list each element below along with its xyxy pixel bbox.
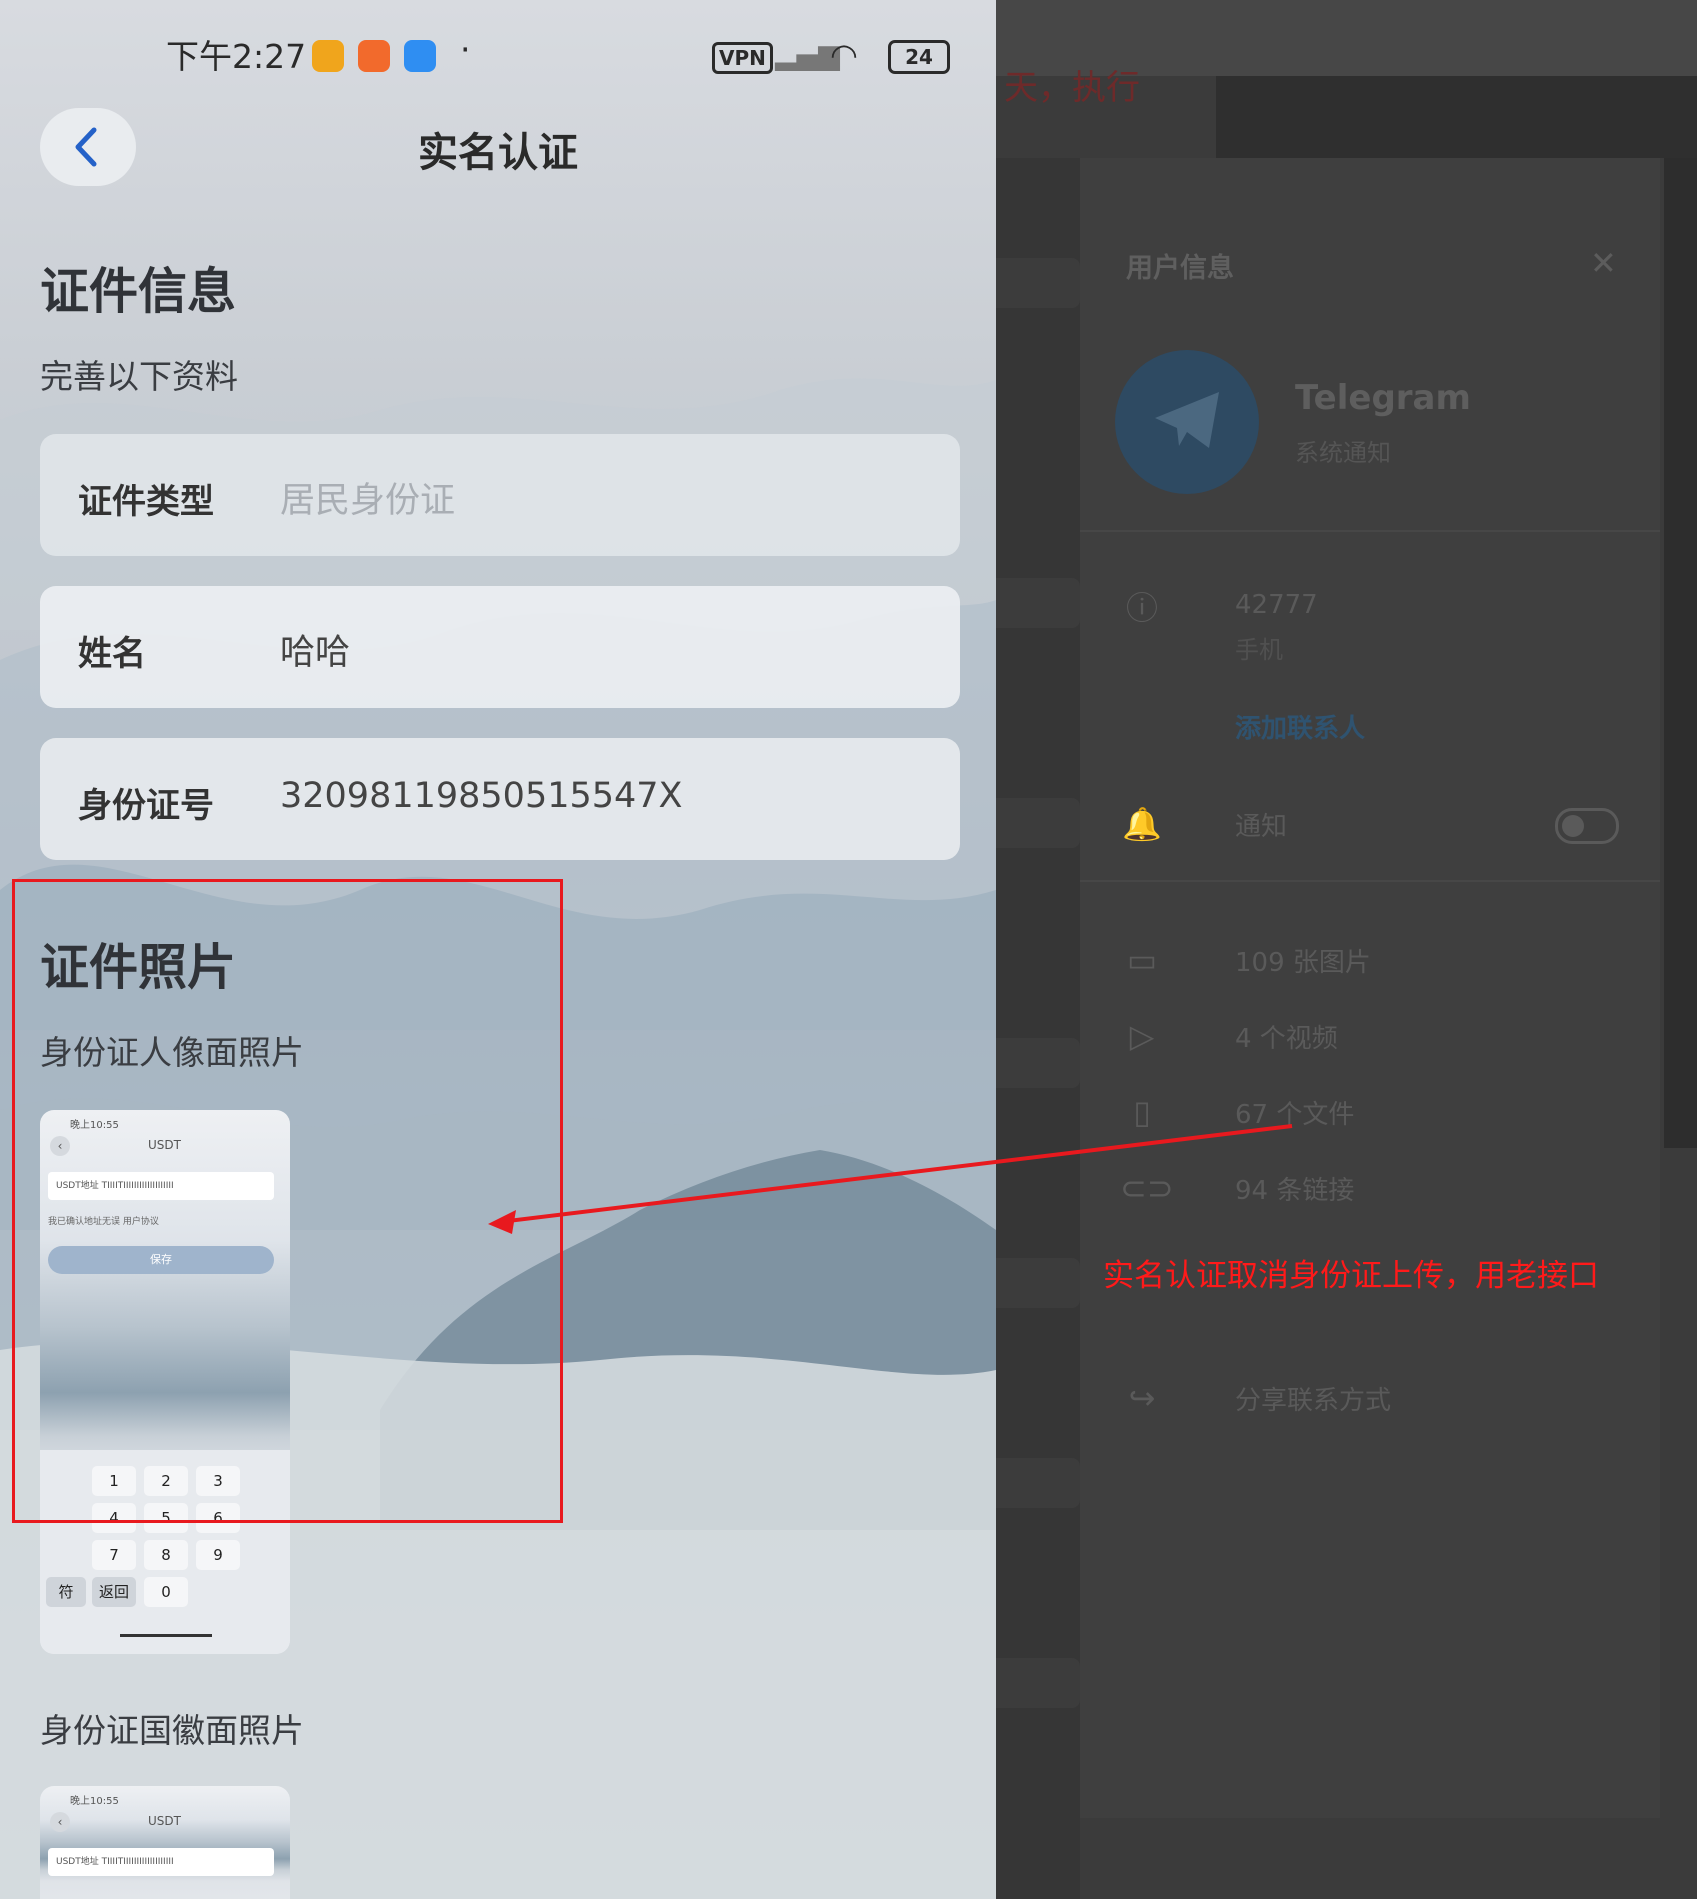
annotation-note: 实名认证取消身份证上传，用老接口 — [1103, 1258, 1599, 1294]
annotation-arrow — [488, 1124, 1293, 1234]
